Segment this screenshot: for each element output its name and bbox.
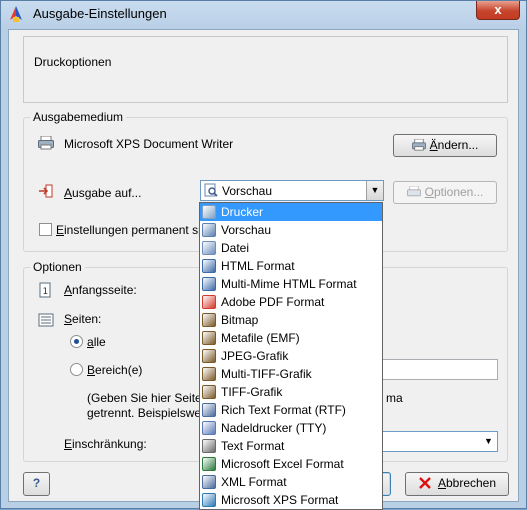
dropdown-item-label: XML Format [221,475,287,489]
dropdown-item-label: Drucker [221,205,264,219]
start-page-label: Anfangsseite: [64,283,137,297]
tiff-icon [202,385,216,399]
printer-options-icon [406,185,421,197]
preview-icon [204,183,218,197]
printer-icon [38,136,54,150]
change-printer-button[interactable]: Ändern... [393,134,497,157]
help-text-line1: (Geben Sie hier Seiten [87,391,209,405]
preview-icon [202,223,216,237]
chevron-down-icon[interactable]: ▼ [366,181,383,200]
close-button[interactable]: x [476,1,520,20]
rtf-icon [202,403,216,417]
header-panel: Druckoptionen [23,36,508,103]
output-arrow-icon [39,184,53,198]
dropdown-item[interactable]: Microsoft Excel Format [200,455,382,473]
dropdown-item-label: Multi-TIFF-Grafik [221,367,312,381]
dropdown-item-label: Text Format [221,439,285,453]
panel-title: Druckoptionen [34,55,112,69]
title-bar[interactable]: Ausgabe-Einstellungen x [1,1,526,27]
cancel-icon [419,477,431,489]
dropdown-item-label: Microsoft Excel Format [221,457,344,471]
options-button-label: Optionen... [424,185,484,199]
multi-tiff-icon [202,367,216,381]
html-icon [202,259,216,273]
dropdown-item[interactable]: Vorschau [200,221,382,239]
printer-icon [411,138,426,151]
dropdown-item[interactable]: Nadeldrucker (TTY) [200,419,382,437]
chevron-down-icon[interactable]: ▼ [480,432,497,451]
mhtml-icon [202,277,216,291]
jpeg-icon [202,349,216,363]
dropdown-item-label: Metafile (EMF) [221,331,300,345]
dropdown-item[interactable]: Metafile (EMF) [200,329,382,347]
dropdown-item-label: Bitmap [221,313,259,327]
excel-icon [202,457,216,471]
dropdown-item[interactable]: Drucker [200,203,382,221]
dropdown-item[interactable]: Rich Text Format (RTF) [200,401,382,419]
app-icon [10,6,22,22]
change-printer-label: Ändern... [429,138,479,152]
dropdown-item[interactable]: JPEG-Grafik [200,347,382,365]
dropdown-item[interactable]: Multi-Mime HTML Format [200,275,382,293]
printer-icon [202,205,216,219]
radio-range[interactable] [70,363,83,376]
dropdown-item-label: Rich Text Format (RTF) [221,403,346,417]
dropdown-item-label: Adobe PDF Format [221,295,325,309]
pages-icon [38,313,54,327]
restriction-label: Einschränkung: [64,437,147,451]
dropdown-item-label: Microsoft XPS Format [221,493,339,507]
dropdown-item[interactable]: TIFF-Grafik [200,383,382,401]
help-text-line2: getrennt. Beispielswei [87,406,204,420]
dot-matrix-icon [202,421,216,435]
dropdown-item-label: Multi-Mime HTML Format [221,277,357,291]
range-input[interactable] [381,359,498,380]
help-button[interactable]: ? [23,472,50,496]
restriction-select[interactable]: ▼ [381,431,498,452]
dropdown-item[interactable]: Text Format [200,437,382,455]
dropdown-item-label: JPEG-Grafik [221,349,289,363]
output-select[interactable]: Vorschau ▼ [200,180,384,201]
pdf-icon [202,295,216,309]
dropdown-item[interactable]: HTML Format [200,257,382,275]
bitmap-icon [202,313,216,327]
output-label: Ausgabe auf... [64,186,142,200]
dropdown-item[interactable]: Multi-TIFF-Grafik [200,365,382,383]
start-page-icon: 1 [39,282,51,298]
window-title: Ausgabe-Einstellungen [33,6,167,21]
dropdown-item-label: Datei [221,241,250,255]
dropdown-item-label: HTML Format [221,259,295,273]
radio-range-label: Bereich(e) [87,363,143,377]
help-text-line1-end: ma [386,391,403,405]
radio-all[interactable] [70,335,83,348]
cancel-label: Abbrechen [437,476,497,490]
optionen-legend: Optionen [33,260,82,274]
dialog-window: Ausgabe-Einstellungen x Druckoptionen Au… [0,0,527,510]
close-icon: x [494,2,502,17]
dropdown-item[interactable]: Adobe PDF Format [200,293,382,311]
output-selected-value: Vorschau [222,184,273,198]
dropdown-item-label: TIFF-Grafik [221,385,283,399]
dropdown-item[interactable]: Microsoft XPS Format [200,491,382,509]
permanent-checkbox-label: Einstellungen permanent sp [56,223,205,237]
ausgabemedium-legend: Ausgabemedium [33,110,124,124]
emf-icon [202,331,216,345]
xml-icon [202,475,216,489]
dropdown-item[interactable]: XML Format [200,473,382,491]
xps-icon [202,493,216,507]
output-dropdown-list[interactable]: Drucker Vorschau Datei HTML Format Multi-Mim… [199,202,383,510]
text-icon [202,439,216,453]
pages-label: Seiten: [64,312,102,326]
printer-name: Microsoft XPS Document Writer [64,137,234,151]
dropdown-item-label: Nadeldrucker (TTY) [221,421,327,435]
permanent-checkbox[interactable] [39,223,52,236]
file-icon [202,241,216,255]
dropdown-item-label: Vorschau [221,223,272,237]
cancel-button[interactable]: Abbrechen [405,472,509,496]
options-button[interactable]: Optionen... [393,181,497,204]
dropdown-item[interactable]: Datei [200,239,382,257]
help-icon: ? [32,476,41,490]
svg-text:1: 1 [43,287,49,297]
radio-all-label: alle [87,335,106,349]
dropdown-item[interactable]: Bitmap [200,311,382,329]
